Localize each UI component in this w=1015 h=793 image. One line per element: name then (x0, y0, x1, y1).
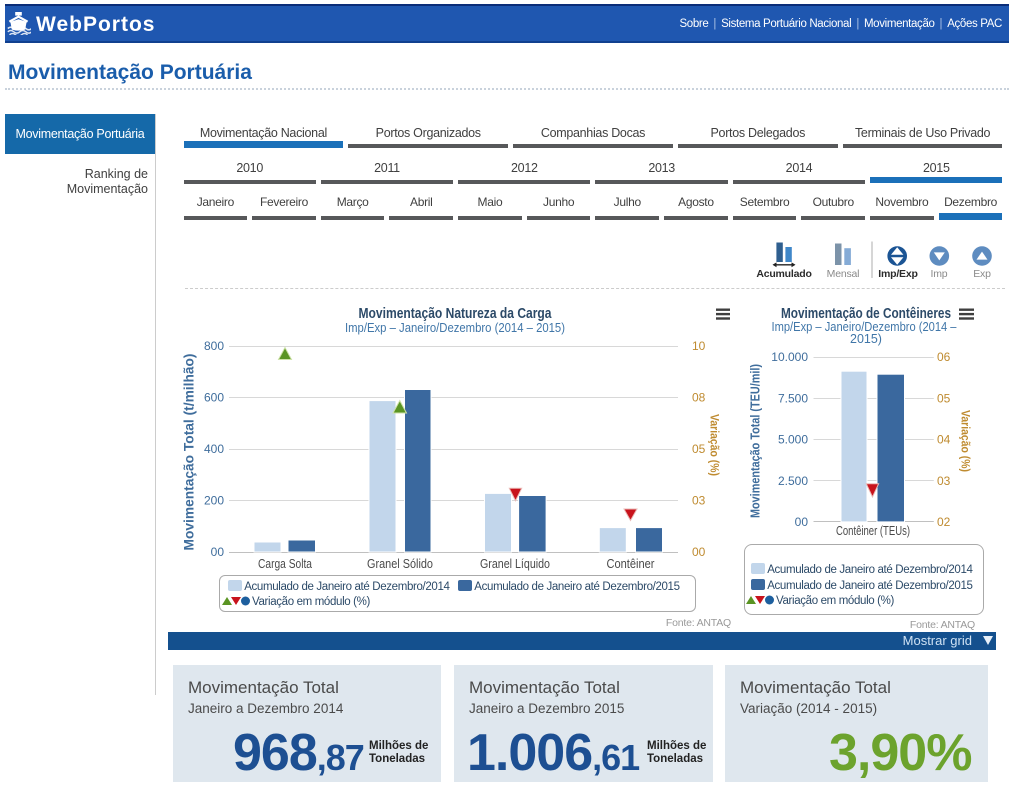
svg-text:Movimentação Natureza da Carga: Movimentação Natureza da Carga (359, 306, 553, 322)
svg-text:Granel Sólido: Granel Sólido (367, 557, 433, 571)
svg-text:06: 06 (937, 350, 951, 364)
svg-text:Carga Solta: Carga Solta (258, 557, 312, 571)
svg-text:5.000: 5.000 (778, 433, 808, 447)
svg-text:2.500: 2.500 (778, 474, 808, 488)
svg-text:Granel Líquido: Granel Líquido (480, 557, 550, 571)
svg-text:600: 600 (204, 391, 224, 405)
svg-text:05: 05 (937, 392, 951, 406)
svg-text:7.500: 7.500 (778, 392, 808, 406)
svg-text:00: 00 (211, 545, 225, 559)
svg-text:03: 03 (937, 474, 951, 488)
svg-text:05: 05 (692, 442, 706, 456)
svg-text:00: 00 (692, 545, 706, 559)
svg-text:Imp/Exp – Janeiro/Dezembro (20: Imp/Exp – Janeiro/Dezembro (2014 – 2015) (345, 321, 565, 335)
svg-text:Contêiner: Contêiner (607, 557, 655, 571)
svg-text:10.000: 10.000 (771, 350, 808, 364)
svg-text:08: 08 (692, 391, 706, 405)
svg-text:2015): 2015) (850, 332, 882, 346)
svg-text:Variação (%): Variação (%) (959, 410, 971, 472)
svg-text:Variação (%): Variação (%) (708, 414, 720, 476)
svg-text:Movimentação Total (TEU/mil): Movimentação Total (TEU/mil) (748, 364, 763, 518)
svg-text:04: 04 (937, 433, 951, 447)
svg-text:02: 02 (937, 515, 951, 529)
svg-text:10: 10 (692, 339, 706, 353)
svg-text:800: 800 (204, 339, 224, 353)
svg-text:00: 00 (795, 515, 809, 529)
svg-text:03: 03 (692, 494, 706, 508)
svg-text:200: 200 (204, 494, 224, 508)
svg-text:Contêiner (TEUs): Contêiner (TEUs) (836, 524, 910, 538)
svg-text:400: 400 (204, 442, 224, 456)
svg-text:Movimentação Total (t/milhão): Movimentação Total (t/milhão) (182, 354, 197, 551)
